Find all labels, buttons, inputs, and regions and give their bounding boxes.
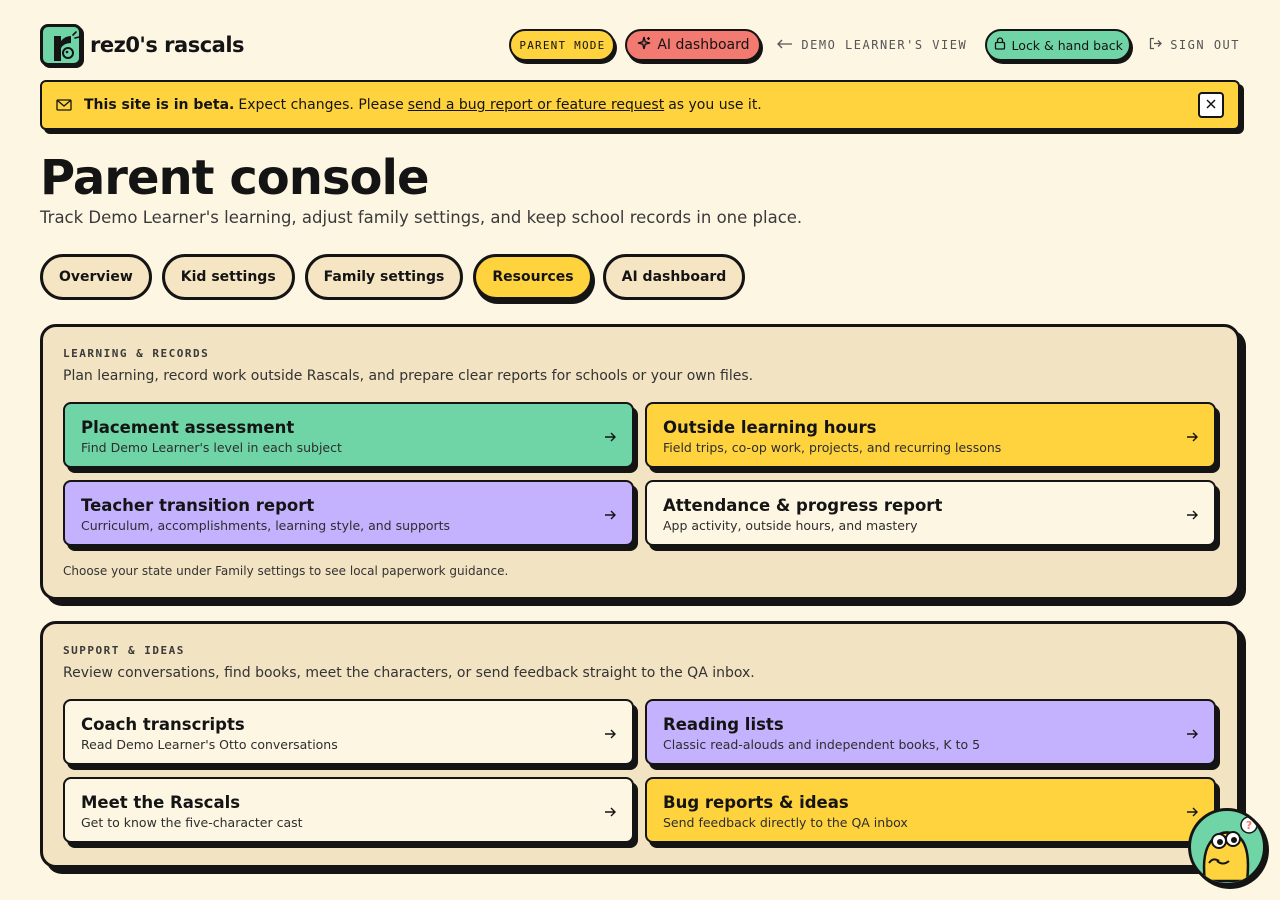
card-title: Outside learning hours: [663, 418, 877, 437]
ai-dashboard-button[interactable]: AI dashboard: [625, 29, 762, 61]
sign-out-label: SIGN OUT: [1170, 38, 1240, 52]
tab-kid-settings[interactable]: Kid settings: [161, 254, 295, 300]
card-subtitle: Classic read-alouds and independent book…: [663, 737, 981, 752]
attendance-progress-report-card[interactable]: Attendance & progress report App activit…: [645, 480, 1216, 546]
page-title: Parent console: [40, 150, 429, 206]
learning-records-section: LEARNING & RECORDS Plan learning, record…: [40, 324, 1240, 600]
logo-mark-icon: [40, 24, 82, 66]
beta-banner: This site is in beta. Expect changes. Pl…: [40, 80, 1240, 130]
teacher-transition-report-card[interactable]: Teacher transition report Curriculum, ac…: [63, 480, 634, 546]
outside-learning-hours-card[interactable]: Outside learning hours Field trips, co-o…: [645, 402, 1216, 468]
svg-text:?: ?: [1246, 819, 1252, 832]
lock-hand-back-button[interactable]: Lock & hand back: [985, 29, 1132, 61]
close-banner-button[interactable]: [1198, 92, 1224, 118]
state-guidance-note: Choose your state under Family settings …: [63, 564, 509, 578]
tab-family-settings[interactable]: Family settings: [304, 254, 464, 300]
reading-lists-card[interactable]: Reading lists Classic read-alouds and in…: [645, 699, 1216, 765]
card-title: Teacher transition report: [81, 496, 315, 515]
sign-out-icon: [1149, 37, 1163, 53]
card-subtitle: App activity, outside hours, and mastery: [663, 518, 918, 533]
sign-out-link[interactable]: SIGN OUT: [1149, 37, 1240, 53]
meet-the-rascals-card[interactable]: Meet the Rascals Get to know the five-ch…: [63, 777, 634, 843]
card-title: Placement assessment: [81, 418, 295, 437]
card-subtitle: Curriculum, accomplishments, learning st…: [81, 518, 451, 533]
card-title: Bug reports & ideas: [663, 793, 849, 812]
mascot-help-button[interactable]: ?: [1188, 808, 1266, 886]
ai-dashboard-label: AI dashboard: [657, 37, 750, 53]
top-header: rez0's rascals PARENT MODE AI dashboard …: [40, 24, 1240, 66]
page-subtitle: Track Demo Learner's learning, adjust fa…: [40, 208, 803, 227]
card-subtitle: Field trips, co-op work, projects, and r…: [663, 440, 1002, 455]
placement-assessment-card[interactable]: Placement assessment Find Demo Learner's…: [63, 402, 634, 468]
card-subtitle: Get to know the five-character cast: [81, 815, 303, 830]
support-ideas-section: SUPPORT & IDEAS Review conversations, fi…: [40, 621, 1240, 868]
tab-resources[interactable]: Resources: [473, 254, 593, 300]
close-icon: [1206, 97, 1216, 113]
brand-name: rez0's rascals: [90, 33, 245, 57]
card-subtitle: Send feedback directly to the QA inbox: [663, 815, 908, 830]
section-eyebrow: SUPPORT & IDEAS: [63, 644, 185, 657]
coach-transcripts-card[interactable]: Coach transcripts Read Demo Learner's Ot…: [63, 699, 634, 765]
lock-label: Lock & hand back: [1011, 37, 1123, 53]
console-tabs: Overview Kid settings Family settings Re…: [40, 254, 746, 300]
beta-banner-bold: This site is in beta.: [84, 97, 235, 113]
arrow-right-icon: [604, 428, 616, 447]
card-title: Attendance & progress report: [663, 496, 943, 515]
arrow-right-icon: [1186, 725, 1198, 744]
arrow-right-icon: [604, 506, 616, 525]
card-title: Meet the Rascals: [81, 793, 241, 812]
card-title: Coach transcripts: [81, 715, 245, 734]
learner-view-label: DEMO LEARNER'S VIEW: [801, 38, 968, 52]
arrow-right-icon: [1186, 803, 1198, 822]
parent-mode-badge: PARENT MODE: [509, 29, 616, 61]
card-subtitle: Read Demo Learner's Otto conversations: [81, 737, 338, 752]
arrow-right-icon: [1186, 428, 1198, 447]
tab-ai-dashboard[interactable]: AI dashboard: [602, 254, 746, 300]
tab-overview[interactable]: Overview: [40, 254, 152, 300]
section-description: Review conversations, find books, meet t…: [63, 665, 755, 681]
learner-view-link[interactable]: DEMO LEARNER'S VIEW: [777, 38, 967, 52]
mail-icon: [56, 99, 72, 111]
section-description: Plan learning, record work outside Rasca…: [63, 368, 754, 384]
arrow-right-icon: [1186, 506, 1198, 525]
brand-logo[interactable]: rez0's rascals: [40, 24, 245, 66]
section-eyebrow: LEARNING & RECORDS: [63, 347, 210, 360]
arrow-right-icon: [604, 725, 616, 744]
card-subtitle: Find Demo Learner's level in each subjec…: [81, 440, 342, 455]
beta-banner-text: Expect changes. Please: [238, 97, 404, 113]
bug-report-link[interactable]: send a bug report or feature request: [408, 97, 664, 113]
card-title: Reading lists: [663, 715, 784, 734]
arrow-right-icon: [604, 803, 616, 822]
beta-banner-text-after: as you use it.: [668, 97, 762, 113]
arrow-left-icon: [777, 38, 793, 52]
lock-icon: [994, 37, 1006, 53]
sparkle-icon: [637, 36, 651, 54]
bug-reports-ideas-card[interactable]: Bug reports & ideas Send feedback direct…: [645, 777, 1216, 843]
mascot-icon: ?: [1202, 816, 1258, 883]
